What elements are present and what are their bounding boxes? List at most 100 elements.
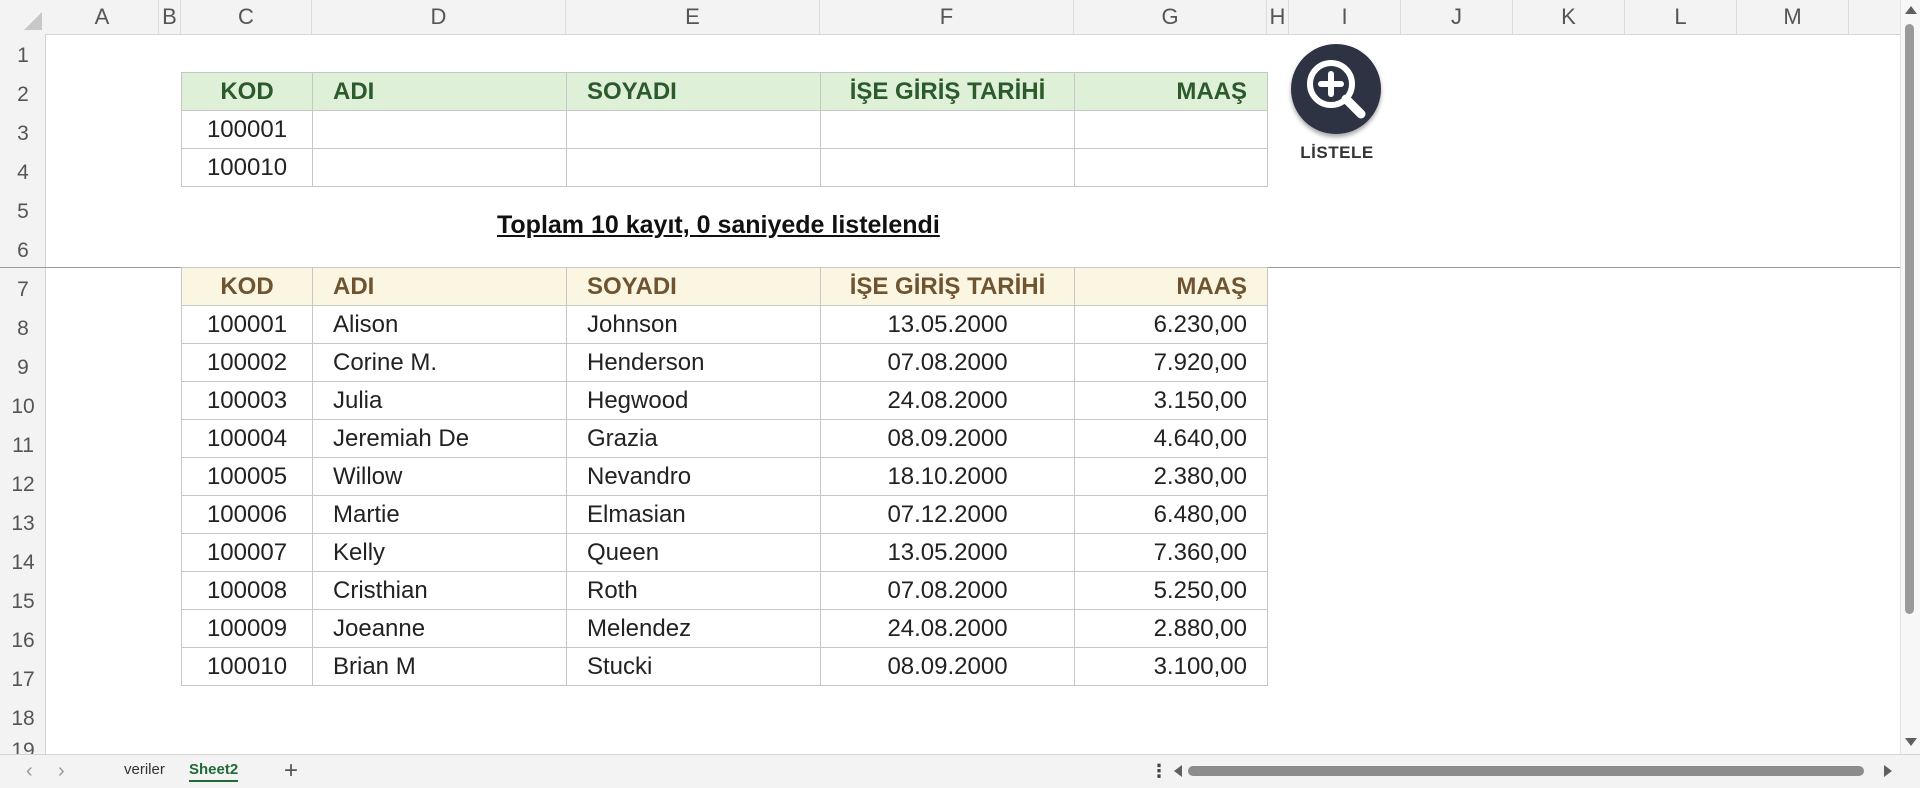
cell-adi[interactable]: Corine M. (312, 343, 567, 382)
scroll-down-icon[interactable] (1905, 738, 1917, 746)
column-header-i[interactable]: I (1289, 0, 1401, 34)
cell-ise-giris[interactable]: 08.09.2000 (820, 419, 1075, 458)
cell-ise-giris[interactable]: 13.05.2000 (820, 533, 1075, 572)
row-header-1[interactable]: 1 (0, 36, 46, 75)
cell-maas[interactable]: 7.360,00 (1074, 533, 1268, 572)
cell-kod[interactable]: 100003 (181, 381, 313, 420)
cell-maas[interactable] (1074, 148, 1268, 187)
scroll-left-icon[interactable] (1174, 765, 1182, 777)
cell-ise-giris[interactable]: 07.12.2000 (820, 495, 1075, 534)
cell-soyadi[interactable]: Elmasian (566, 495, 821, 534)
cell-maas[interactable]: 3.150,00 (1074, 381, 1268, 420)
column-header-j[interactable]: J (1401, 0, 1513, 34)
select-all-corner[interactable] (0, 0, 46, 34)
cell-maas[interactable]: 2.380,00 (1074, 457, 1268, 496)
row-header-3[interactable]: 3 (0, 114, 46, 153)
cell-kod[interactable]: 100007 (181, 533, 313, 572)
row-header-16[interactable]: 16 (0, 621, 46, 660)
cell-maas[interactable]: 6.230,00 (1074, 305, 1268, 344)
cell-kod[interactable]: 100006 (181, 495, 313, 534)
cell-soyadi[interactable] (566, 148, 821, 187)
row-header-11[interactable]: 11 (0, 426, 46, 465)
cell-soyadi[interactable]: Roth (566, 571, 821, 610)
cell-soyadi[interactable]: Henderson (566, 343, 821, 382)
cell-soyadi[interactable]: Nevandro (566, 457, 821, 496)
cell-kod[interactable]: 100002 (181, 343, 313, 382)
header-kod[interactable]: KOD (181, 72, 313, 111)
header-soyadi[interactable]: SOYADI (566, 267, 821, 306)
cell-ise-giris[interactable]: 18.10.2000 (820, 457, 1075, 496)
tab-sheet2[interactable]: Sheet2 (189, 761, 239, 782)
header-ise-giris[interactable]: İŞE GİRİŞ TARİHİ (820, 267, 1075, 306)
cell-soyadi[interactable] (566, 110, 821, 149)
column-header-g[interactable]: G (1074, 0, 1267, 34)
cell-ise-giris[interactable]: 13.05.2000 (820, 305, 1075, 344)
cell-adi[interactable]: Jeremiah De (312, 419, 567, 458)
header-soyadi[interactable]: SOYADI (566, 72, 821, 111)
cell-adi[interactable] (312, 148, 567, 187)
column-header-a[interactable]: A (46, 0, 159, 34)
row-header-12[interactable]: 12 (0, 465, 46, 504)
add-sheet-button[interactable]: + (284, 757, 298, 785)
cell-adi[interactable]: Willow (312, 457, 567, 496)
cell-ise-giris[interactable] (820, 110, 1075, 149)
scroll-right-icon[interactable] (1884, 765, 1892, 777)
cell-kod[interactable]: 100010 (181, 647, 313, 686)
cell-kod[interactable]: 100005 (181, 457, 313, 496)
cell-soyadi[interactable]: Hegwood (566, 381, 821, 420)
row-header-9[interactable]: 9 (0, 348, 46, 387)
vertical-scroll-thumb[interactable] (1905, 24, 1914, 614)
more-options-icon[interactable]: ⋮ (1150, 761, 1168, 782)
cell-adi[interactable]: Julia (312, 381, 567, 420)
header-ise-giris[interactable]: İŞE GİRİŞ TARİHİ (820, 72, 1075, 111)
cell-adi[interactable]: Cristhian (312, 571, 567, 610)
listele-button-circle[interactable] (1291, 44, 1381, 134)
row-header-10[interactable]: 10 (0, 387, 46, 426)
header-adi[interactable]: ADI (312, 267, 567, 306)
column-header-k[interactable]: K (1513, 0, 1625, 34)
cell-soyadi[interactable]: Stucki (566, 647, 821, 686)
header-maas[interactable]: MAAŞ (1074, 267, 1268, 306)
row-header-2[interactable]: 2 (0, 75, 46, 114)
cell-adi[interactable]: Kelly (312, 533, 567, 572)
cell-adi[interactable]: Joeanne (312, 609, 567, 648)
cell-ise-giris[interactable]: 07.08.2000 (820, 343, 1075, 382)
cell-maas[interactable]: 7.920,00 (1074, 343, 1268, 382)
row-header-13[interactable]: 13 (0, 504, 46, 543)
cell-maas[interactable]: 4.640,00 (1074, 419, 1268, 458)
cell-ise-giris[interactable]: 08.09.2000 (820, 647, 1075, 686)
cell-maas[interactable]: 6.480,00 (1074, 495, 1268, 534)
cell-adi[interactable] (312, 110, 567, 149)
vertical-scrollbar[interactable] (1900, 0, 1920, 754)
cell-kod[interactable]: 100001 (181, 305, 313, 344)
cell-kod[interactable]: 100008 (181, 571, 313, 610)
cell-kod[interactable]: 100001 (181, 110, 313, 149)
row-header-17[interactable]: 17 (0, 660, 46, 699)
row-header-14[interactable]: 14 (0, 543, 46, 582)
horizontal-scroll-thumb[interactable] (1188, 766, 1864, 776)
row-header-4[interactable]: 4 (0, 153, 46, 192)
row-header-19[interactable]: 19 (0, 738, 46, 754)
horizontal-scrollbar[interactable] (1172, 761, 1896, 781)
tab-scroll-left-icon[interactable]: ‹ (26, 760, 33, 783)
scroll-up-icon[interactable] (1905, 6, 1917, 14)
header-maas[interactable]: MAAŞ (1074, 72, 1268, 111)
column-header-h[interactable]: H (1267, 0, 1289, 34)
cell-ise-giris[interactable]: 24.08.2000 (820, 381, 1075, 420)
cell-maas[interactable]: 3.100,00 (1074, 647, 1268, 686)
column-header-f[interactable]: F (820, 0, 1074, 34)
row-header-6[interactable]: 6 (0, 231, 46, 270)
row-header-5[interactable]: 5 (0, 192, 46, 231)
tab-veriler[interactable]: veriler (124, 761, 165, 778)
cell-ise-giris[interactable]: 24.08.2000 (820, 609, 1075, 648)
cell-adi[interactable]: Alison (312, 305, 567, 344)
cell-adi[interactable]: Brian M (312, 647, 567, 686)
tab-scroll-right-icon[interactable]: › (58, 760, 65, 783)
header-adi[interactable]: ADI (312, 72, 567, 111)
cell-soyadi[interactable]: Melendez (566, 609, 821, 648)
column-header-c[interactable]: C (181, 0, 312, 34)
column-header-e[interactable]: E (566, 0, 820, 34)
cell-ise-giris[interactable]: 07.08.2000 (820, 571, 1075, 610)
column-header-b[interactable]: B (159, 0, 181, 34)
cell-maas[interactable] (1074, 110, 1268, 149)
